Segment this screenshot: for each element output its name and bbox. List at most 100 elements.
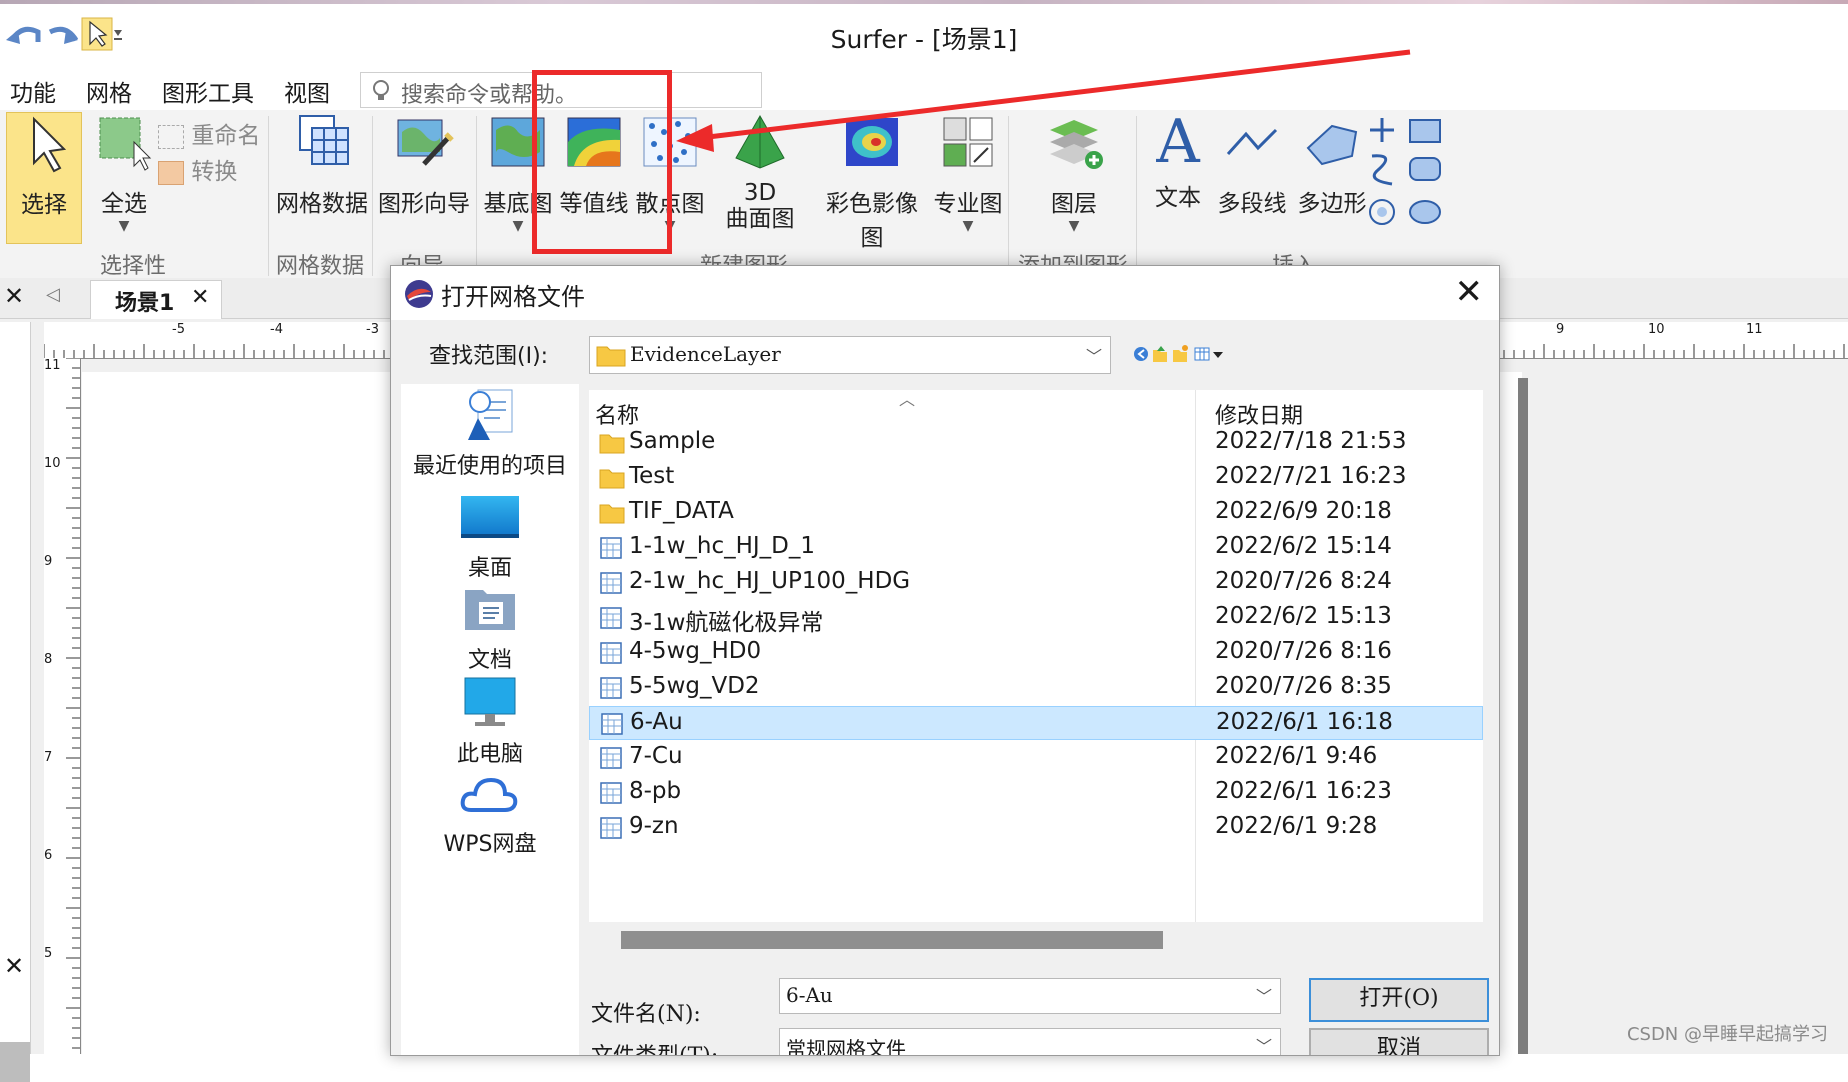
file-date: 2020/7/26 8:24	[1215, 568, 1392, 594]
file-date: 2020/7/26 8:16	[1215, 638, 1392, 664]
file-row[interactable]: 6-Au 2022/6/1 16:18	[589, 706, 1483, 740]
place-recent-label: 最近使用的项目	[412, 454, 567, 479]
left-panel: ✕	[0, 322, 31, 1082]
file-date: 2022/6/9 20:18	[1215, 498, 1392, 524]
vertical-ruler: 11 10 9 8 7 6 5	[44, 358, 81, 1054]
cancel-button[interactable]: 取消	[1309, 1028, 1489, 1055]
ruler-label: 11	[44, 358, 61, 373]
file-row[interactable]: 8-pb 2022/6/1 16:23	[589, 776, 1483, 810]
grid-file-icon	[600, 642, 622, 664]
dialog-nav-toolbar	[1134, 345, 1223, 362]
file-name: 5-5wg_VD2	[629, 673, 760, 699]
filename-field[interactable]: 6-Au ﹀	[779, 978, 1281, 1014]
file-row[interactable]: 7-Cu 2022/6/1 9:46	[589, 741, 1483, 775]
new-folder-icon[interactable]	[1173, 345, 1188, 362]
ruler-label: 11	[1746, 322, 1763, 337]
file-date: 2022/7/18 21:53	[1215, 428, 1407, 454]
close-panel-icon[interactable]: ✕	[4, 952, 24, 980]
open-grid-dialog: 打开网格文件 ✕ 查找范围(I): EvidenceLayer ﹀ 最近使用的项…	[390, 265, 1500, 1056]
place-desktop[interactable]: 桌面	[401, 492, 579, 582]
tab-scene1[interactable]: 场景1 ✕	[90, 280, 222, 319]
open-button[interactable]: 打开(O)	[1309, 978, 1489, 1022]
ruler-label: 7	[44, 750, 53, 765]
file-date: 2022/6/1 16:18	[1216, 709, 1393, 735]
place-documents[interactable]: 文档	[401, 584, 579, 674]
file-name: 2-1w_hc_HJ_UP100_HDG	[629, 568, 911, 594]
ruler-label: 6	[44, 848, 53, 863]
grid-file-icon	[600, 782, 622, 804]
view-menu-icon[interactable]	[1194, 347, 1223, 361]
file-row[interactable]: 4-5wg_HD0 2020/7/26 8:16	[589, 636, 1483, 670]
file-date: 2022/6/1 16:23	[1215, 778, 1392, 804]
look-in-value: EvidenceLayer	[630, 342, 781, 366]
look-in-label: 查找范围(I):	[429, 344, 549, 369]
file-date: 2022/6/2 15:13	[1215, 603, 1392, 629]
desktop-icon	[461, 496, 519, 538]
surfer-logo-icon	[405, 280, 433, 308]
tab-scene1-label: 场景1	[115, 291, 175, 316]
annotation-arrow	[676, 49, 1411, 152]
file-name: 4-5wg_HD0	[629, 638, 762, 664]
grid-file-icon	[600, 572, 622, 594]
watermark: CSDN @早睡早起搞学习	[1626, 1024, 1828, 1045]
page-shadow	[1518, 378, 1528, 1054]
place-documents-label: 文档	[467, 648, 512, 673]
ruler-label: 10	[44, 456, 61, 471]
ruler-label: 5	[44, 946, 53, 961]
folder-icon	[596, 346, 626, 367]
sort-ascending-icon: ︿	[899, 390, 916, 409]
grid-file-icon	[601, 713, 623, 735]
ruler-label: 9	[44, 554, 53, 569]
file-row[interactable]: 9-zn 2022/6/1 9:28	[589, 811, 1483, 845]
cloud-icon	[460, 777, 518, 812]
horizontal-scrollbar[interactable]	[621, 931, 1163, 949]
filetype-label: 文件类型(T):	[591, 1038, 718, 1055]
file-name: TIF_DATA	[629, 498, 734, 524]
file-name: 9-zn	[629, 813, 679, 839]
chevron-down-icon: ﹀	[1255, 1037, 1272, 1056]
dialog-title-bar: 打开网格文件 ✕	[391, 266, 1499, 320]
file-row[interactable]: 2-1w_hc_HJ_UP100_HDG 2020/7/26 8:24	[589, 566, 1483, 600]
ruler-label: -5	[172, 322, 185, 337]
file-name: Sample	[629, 428, 716, 454]
tab-scroll-left-icon[interactable]: ◁	[46, 284, 60, 305]
file-row[interactable]: 5-5wg_VD2 2020/7/26 8:35	[589, 671, 1483, 705]
chevron-down-icon: ﹀	[1255, 987, 1272, 1006]
grid-file-icon	[600, 747, 622, 769]
file-date: 2022/6/2 15:14	[1215, 533, 1392, 559]
close-pane-icon[interactable]: ✕	[4, 282, 24, 310]
file-row[interactable]: 3-1w航磁化极异常 2022/6/2 15:13	[589, 601, 1483, 636]
file-row[interactable]: 1-1w_hc_HJ_D_1 2022/6/2 15:14	[589, 531, 1483, 565]
file-date: 2020/7/26 8:35	[1215, 673, 1392, 699]
file-name: 6-Au	[630, 709, 683, 735]
dialog-title: 打开网格文件	[441, 283, 585, 311]
place-wps-cloud[interactable]: WPS网盘	[401, 768, 579, 858]
panel-scrollbar[interactable]	[0, 1042, 30, 1082]
file-date: 2022/7/21 16:23	[1215, 463, 1407, 489]
filetype-value: 常规网格文件	[786, 1037, 906, 1056]
file-row[interactable]: TIF_DATA 2022/6/9 20:18	[589, 496, 1483, 530]
grid-file-icon	[600, 677, 622, 699]
up-folder-icon[interactable]	[1153, 346, 1167, 362]
grid-file-icon	[600, 607, 622, 629]
filetype-select[interactable]: 常规网格文件 ﹀	[779, 1028, 1281, 1056]
file-row[interactable]: Sample 2022/7/18 21:53	[589, 426, 1483, 460]
computer-icon	[464, 677, 516, 726]
file-date: 2022/6/1 9:28	[1215, 813, 1378, 839]
places-bar: 最近使用的项目 桌面 文档 此电脑 WPS网盘	[401, 384, 579, 1055]
back-icon[interactable]	[1134, 347, 1148, 361]
place-desktop-label: 桌面	[467, 556, 512, 581]
file-row[interactable]: Test 2022/7/21 16:23	[589, 461, 1483, 495]
grid-file-icon	[600, 817, 622, 839]
filename-value: 6-Au	[786, 983, 833, 1007]
place-recent[interactable]: 最近使用的项目	[401, 384, 579, 480]
place-this-pc[interactable]: 此电脑	[401, 674, 579, 768]
recent-items-icon	[468, 389, 513, 440]
tab-close-icon[interactable]: ✕	[191, 285, 209, 310]
close-icon[interactable]: ✕	[1455, 272, 1484, 312]
file-name: 1-1w_hc_HJ_D_1	[629, 533, 816, 559]
file-name: 7-Cu	[629, 743, 683, 769]
ruler-label: 9	[1556, 322, 1565, 337]
look-in-select[interactable]: EvidenceLayer ﹀	[589, 336, 1111, 374]
file-name: 3-1w航磁化极异常	[629, 610, 824, 636]
